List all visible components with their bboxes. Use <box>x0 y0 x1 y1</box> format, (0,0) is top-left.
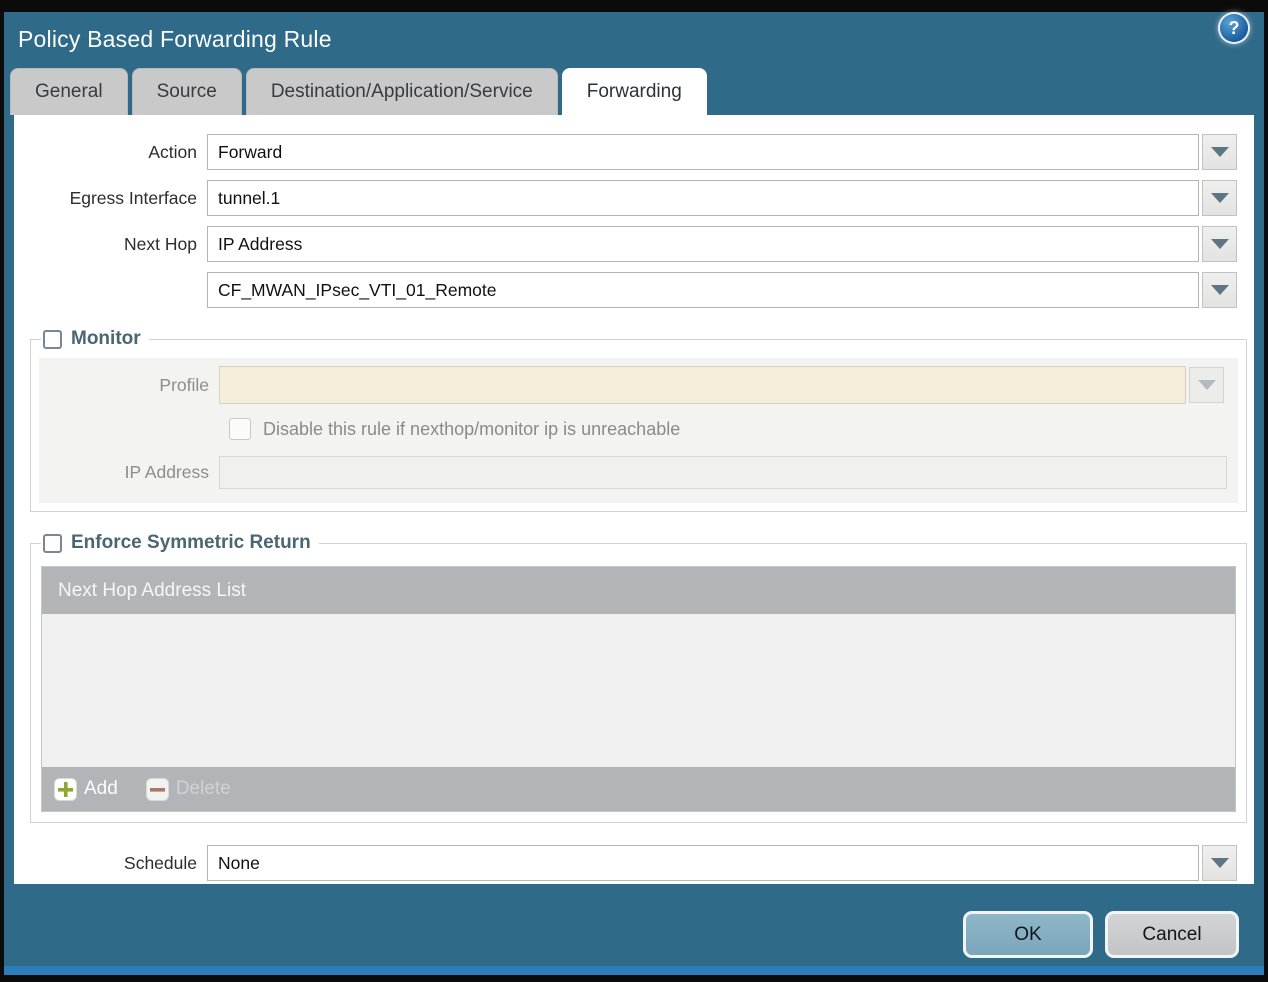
window-bottom-accent <box>4 966 1264 975</box>
add-button-label: Add <box>84 778 118 799</box>
schedule-label: Schedule <box>124 852 197 873</box>
enforce-symmetric-return-label: Enforce Symmetric Return <box>71 532 311 553</box>
next-hop-address-row <box>14 272 1254 308</box>
plus-icon <box>54 777 77 801</box>
tab-destination-application-service[interactable]: Destination/Application/Service <box>245 68 558 115</box>
tab-bar: General Source Destination/Application/S… <box>10 68 707 115</box>
action-dropdown-button[interactable] <box>1202 134 1237 170</box>
monitor-ip-address-label: IP Address <box>124 462 209 482</box>
chevron-down-icon <box>1210 285 1229 295</box>
chevron-down-icon <box>1210 147 1229 157</box>
help-icon[interactable]: ? <box>1220 14 1248 42</box>
action-label: Action <box>148 141 197 162</box>
monitor-fieldset: Monitor Profile Disable this rule if nex… <box>30 328 1247 512</box>
egress-interface-row: Egress Interface <box>14 180 1254 216</box>
next-hop-address-list-body <box>42 614 1235 767</box>
disable-rule-checkbox <box>229 418 251 440</box>
next-hop-address-list-toolbar: Add Delete <box>42 767 1235 811</box>
monitor-panel: Profile Disable this rule if nexthop/mon… <box>39 358 1238 503</box>
next-hop-type-dropdown-button[interactable] <box>1202 226 1237 262</box>
profile-dropdown-button <box>1189 367 1224 403</box>
tab-forwarding[interactable]: Forwarding <box>561 68 707 115</box>
monitor-ip-address-row: IP Address <box>39 456 1238 489</box>
tab-general[interactable]: General <box>10 68 128 115</box>
monitor-ip-address-input <box>219 456 1227 489</box>
profile-input <box>219 366 1186 404</box>
delete-button: Delete <box>145 777 231 801</box>
next-hop-type-input[interactable] <box>207 226 1199 262</box>
disable-rule-label: Disable this rule if nexthop/monitor ip … <box>263 418 681 439</box>
chevron-down-icon <box>1210 193 1229 203</box>
next-hop-address-list-header: Next Hop Address List <box>42 567 1235 614</box>
tab-source[interactable]: Source <box>131 68 242 115</box>
action-input[interactable] <box>207 134 1199 170</box>
forwarding-tab-panel: Action Egress Interface Next Hop <box>14 115 1254 884</box>
chevron-down-icon <box>1197 380 1216 390</box>
profile-row: Profile <box>39 366 1238 404</box>
disable-rule-row: Disable this rule if nexthop/monitor ip … <box>229 418 1238 440</box>
enforce-symmetric-return-checkbox[interactable] <box>43 533 62 553</box>
next-hop-address-list-header-label: Next Hop Address List <box>58 579 246 601</box>
next-hop-address-input[interactable] <box>207 272 1199 308</box>
chevron-down-icon <box>1210 239 1229 249</box>
next-hop-label: Next Hop <box>124 233 197 254</box>
chevron-down-icon <box>1210 858 1229 868</box>
add-button[interactable]: Add <box>54 777 118 801</box>
cancel-button[interactable]: Cancel <box>1105 911 1239 958</box>
dialog-title: Policy Based Forwarding Rule <box>18 26 332 52</box>
schedule-dropdown-button[interactable] <box>1202 845 1237 881</box>
egress-interface-dropdown-button[interactable] <box>1202 180 1237 216</box>
next-hop-address-dropdown-button[interactable] <box>1202 272 1237 308</box>
schedule-input[interactable] <box>207 845 1199 881</box>
monitor-legend: Monitor <box>41 328 149 350</box>
screen: Policy Based Forwarding Rule ? General S… <box>0 0 1268 982</box>
next-hop-address-list-table: Next Hop Address List Add Delete <box>41 566 1236 812</box>
enforce-symmetric-return-legend: Enforce Symmetric Return <box>41 532 319 554</box>
action-row: Action <box>14 134 1254 170</box>
ok-button[interactable]: OK <box>963 911 1093 958</box>
delete-button-label: Delete <box>175 778 231 799</box>
policy-based-forwarding-dialog: Policy Based Forwarding Rule ? General S… <box>4 12 1264 966</box>
enforce-symmetric-return-fieldset: Enforce Symmetric Return Next Hop Addres… <box>30 532 1247 823</box>
monitor-legend-label: Monitor <box>71 328 141 349</box>
minus-icon <box>145 777 169 801</box>
profile-label: Profile <box>159 374 209 395</box>
next-hop-row: Next Hop <box>14 226 1254 262</box>
egress-interface-label: Egress Interface <box>69 187 197 208</box>
egress-interface-input[interactable] <box>207 180 1199 216</box>
monitor-checkbox[interactable] <box>43 329 62 349</box>
schedule-row: Schedule <box>14 845 1254 881</box>
